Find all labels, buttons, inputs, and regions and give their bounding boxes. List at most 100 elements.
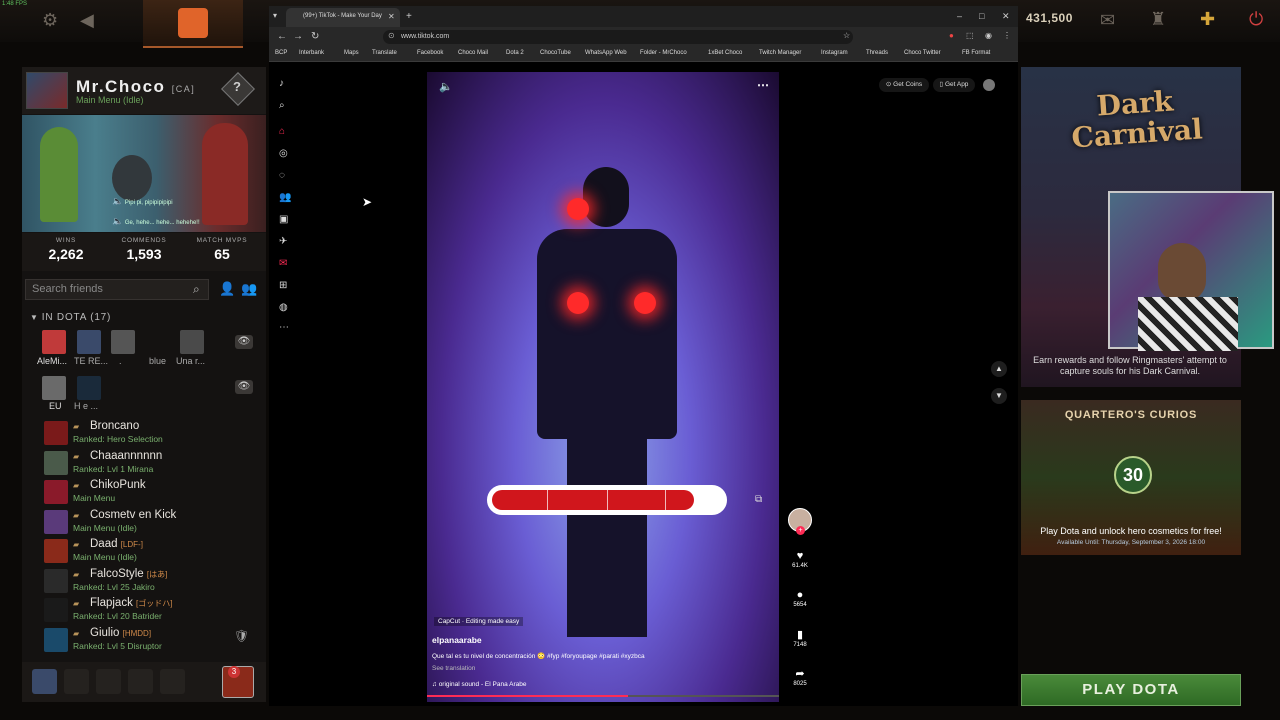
menu-icon[interactable]: ⋮ bbox=[1003, 31, 1011, 40]
bookmark-item[interactable]: FB Format bbox=[962, 50, 990, 56]
friend-row[interactable]: ▰ ChikoPunk Main Menu bbox=[44, 478, 264, 507]
friend-avatar[interactable] bbox=[44, 598, 68, 622]
bookmark-item[interactable]: Facebook bbox=[417, 50, 443, 56]
dota-logo-tab[interactable] bbox=[143, 0, 243, 48]
more-options-icon[interactable]: ⋯ bbox=[757, 78, 769, 92]
avatar[interactable] bbox=[26, 72, 68, 109]
share-button[interactable]: ➦ 8025 bbox=[787, 667, 813, 687]
picture-in-picture-icon[interactable]: ⧉ bbox=[755, 494, 762, 505]
friend-tile[interactable] bbox=[180, 330, 204, 354]
add-friend-icon[interactable]: 👤 bbox=[219, 281, 235, 297]
tab-list-icon[interactable]: ▾ bbox=[273, 11, 277, 20]
friend-tile[interactable] bbox=[111, 330, 135, 354]
user-avatar[interactable] bbox=[983, 79, 995, 91]
profile-header[interactable]: Mr.Choco [CA] Main Menu (Idle) ? bbox=[22, 67, 266, 114]
bookmark-item[interactable]: Choco Mail bbox=[458, 50, 488, 56]
friend-tile[interactable] bbox=[42, 330, 66, 354]
search-friends-input[interactable]: Search friends bbox=[25, 279, 209, 300]
friend-avatar[interactable] bbox=[44, 421, 68, 445]
friend-row[interactable]: ▰ FalcoStyle [はあ] Ranked: Lvl 25 Jakiro bbox=[44, 567, 264, 596]
video-progress[interactable] bbox=[427, 695, 779, 697]
bookmark-item[interactable]: Maps bbox=[344, 50, 359, 56]
site-info-icon[interactable]: ⊙ bbox=[388, 31, 395, 40]
profile-icon[interactable]: ◍ bbox=[279, 302, 288, 313]
minimize-icon[interactable]: – bbox=[957, 11, 962, 21]
video-author[interactable]: elpanaarabe bbox=[432, 635, 482, 645]
mail-icon[interactable]: ✉ bbox=[1100, 10, 1115, 31]
url-field[interactable]: www.tiktok.com bbox=[383, 30, 853, 44]
friend-avatar[interactable] bbox=[44, 568, 68, 593]
party-shield-icon[interactable]: 🛡 bbox=[234, 629, 249, 643]
party-slot[interactable] bbox=[64, 669, 89, 694]
friend-tile[interactable] bbox=[77, 376, 101, 400]
friend-avatar[interactable] bbox=[44, 627, 68, 652]
party-slot[interactable] bbox=[160, 669, 185, 694]
spectate-eye-icon[interactable]: 👁 bbox=[235, 335, 253, 349]
messages-icon[interactable]: ✈ bbox=[279, 236, 287, 247]
close-tab-icon[interactable]: ✕ bbox=[388, 12, 395, 21]
volume-icon[interactable]: 🔈 bbox=[439, 80, 453, 93]
capcut-label[interactable]: CapCut · Editing made easy bbox=[434, 617, 524, 626]
friend-avatar[interactable] bbox=[44, 509, 68, 534]
friend-row[interactable]: ▰ Giulio [HMDD] Ranked: Lvl 5 Disruptor bbox=[44, 626, 264, 655]
friend-tile[interactable] bbox=[77, 330, 101, 354]
power-icon[interactable]: ⏻ bbox=[1249, 9, 1263, 30]
comment-button[interactable]: ● 5654 bbox=[787, 589, 813, 608]
following-icon[interactable]: ◌ bbox=[279, 170, 285, 181]
hero-showcase[interactable]: 🔈 Pipi pi, pipipipipipi 🔈 Ge, hehe... he… bbox=[22, 115, 266, 232]
plus-shield-icon[interactable]: ✚ bbox=[1200, 9, 1215, 30]
bookmark-item[interactable]: 1xBet Choco bbox=[708, 50, 742, 56]
bookmark-item[interactable]: Folder - MrChoco bbox=[640, 50, 687, 56]
bookmark-item[interactable]: Choco Twitter bbox=[904, 50, 941, 56]
get-coins-button[interactable]: ⊙ Get Coins bbox=[879, 78, 929, 92]
next-video-icon[interactable]: ▼ bbox=[991, 388, 1007, 404]
bookmark-item[interactable]: Threads bbox=[866, 50, 888, 56]
inbox-icon[interactable]: ✉ bbox=[279, 258, 287, 269]
new-tab-icon[interactable]: + bbox=[406, 11, 412, 22]
previous-video-icon[interactable]: ▲ bbox=[991, 361, 1007, 377]
save-button[interactable]: ▮ 7148 bbox=[787, 628, 813, 648]
friend-avatar[interactable] bbox=[44, 450, 68, 475]
friend-row[interactable]: ▰ Broncano Ranked: Hero Selection bbox=[44, 419, 264, 448]
close-window-icon[interactable]: ✕ bbox=[1002, 11, 1010, 22]
settings-gear-icon[interactable]: ⚙ bbox=[42, 10, 58, 31]
back-arrow-icon[interactable]: ◀ bbox=[80, 10, 94, 31]
friend-row[interactable]: ▰ Cosmetv en Kick Main Menu (Idle) bbox=[44, 508, 264, 537]
armory-icon[interactable]: ♜ bbox=[1150, 9, 1166, 30]
upload-icon[interactable]: ⊞ bbox=[279, 280, 287, 291]
reload-icon[interactable]: ↻ bbox=[311, 31, 319, 42]
quarteros-curios-banner[interactable]: QUARTERO'S CURIOS 30 Play Dota and unloc… bbox=[1021, 400, 1241, 555]
see-translation-link[interactable]: See translation bbox=[432, 665, 475, 672]
search-icon[interactable]: ⌕ bbox=[279, 100, 285, 111]
friends-icon[interactable]: 👥 bbox=[279, 192, 291, 203]
tiktok-logo-icon[interactable]: ♪ bbox=[279, 78, 284, 89]
spectate-eye-icon[interactable]: 👁 bbox=[235, 380, 253, 394]
get-app-button[interactable]: ▯ Get App bbox=[933, 78, 975, 92]
maximize-icon[interactable]: □ bbox=[979, 11, 984, 21]
friend-row[interactable]: ▰ Flapjack [ゴッドハ] Ranked: Lvl 20 Batrider bbox=[44, 596, 264, 625]
follow-plus-icon[interactable]: + bbox=[796, 526, 805, 535]
bookmark-item[interactable]: Dota 2 bbox=[506, 50, 524, 56]
tab-tiktok[interactable]: (99+) TikTok - Make Your Day bbox=[286, 8, 400, 27]
extensions-puzzle-icon[interactable]: ⬚ bbox=[966, 31, 974, 40]
bookmark-item[interactable]: Twitch Manager bbox=[759, 50, 801, 56]
home-icon[interactable]: ⌂ bbox=[279, 126, 285, 137]
extension-icon[interactable]: ● bbox=[949, 31, 954, 40]
party-slot[interactable] bbox=[128, 669, 153, 694]
forward-icon[interactable]: → bbox=[293, 31, 303, 42]
friend-row[interactable]: ▰ Daad [LDF-] Main Menu (Idle) bbox=[44, 537, 264, 566]
friends-list-icon[interactable]: 👥 bbox=[241, 281, 257, 297]
profile-icon[interactable]: ◉ bbox=[985, 31, 992, 40]
back-icon[interactable]: ← bbox=[277, 31, 287, 42]
bookmark-item[interactable]: Translate bbox=[372, 50, 397, 56]
friend-tile[interactable] bbox=[42, 376, 66, 400]
bookmark-item[interactable]: BCP bbox=[275, 50, 287, 56]
video-player[interactable] bbox=[427, 72, 779, 702]
search-icon[interactable]: ⌕ bbox=[193, 282, 200, 297]
bookmark-item[interactable]: ChocoTube bbox=[540, 50, 571, 56]
bookmark-item[interactable]: WhatsApp Web bbox=[585, 50, 627, 56]
play-dota-button[interactable]: PLAY DOTA bbox=[1021, 674, 1241, 706]
live-icon[interactable]: ▣ bbox=[279, 214, 288, 225]
in-dota-header[interactable]: ▼ IN DOTA (17) bbox=[30, 312, 111, 323]
like-button[interactable]: ♥ 61.4K bbox=[787, 550, 813, 569]
